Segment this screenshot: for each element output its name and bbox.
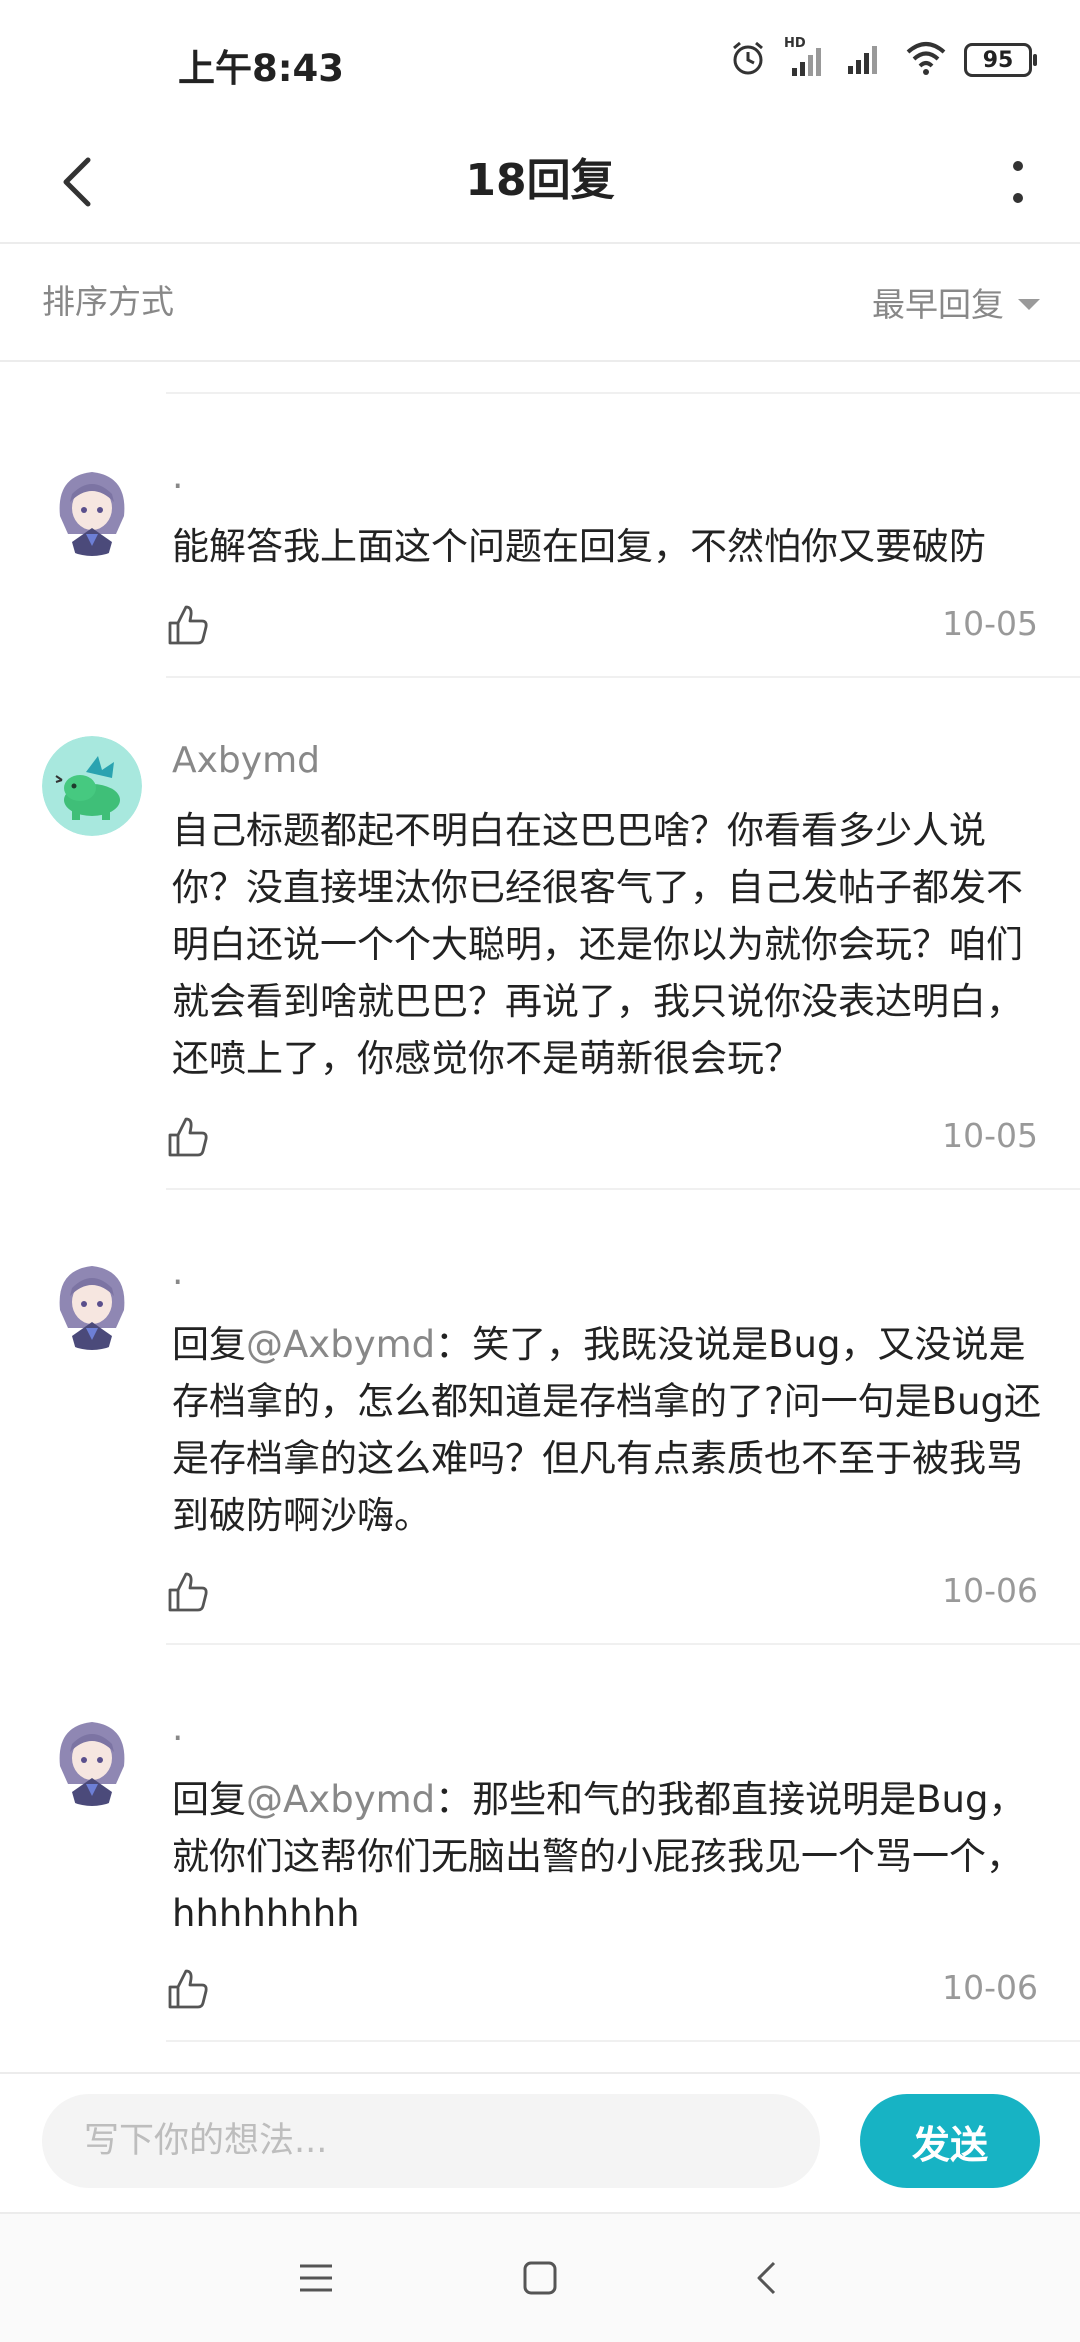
thumbs-up-icon[interactable] [166,1967,210,2011]
reply-content: 自己标题都起不明白在这巴巴啥？你看看多少人说你？没直接埋汰你已经很客气了，自己发… [172,809,1023,1080]
reply-author[interactable]: . [172,456,183,497]
hd-signal-icon: HD [784,36,828,80]
battery-level: 95 [982,47,1014,73]
status-time: 上午8:43 [178,47,345,90]
avatar[interactable] [42,1250,142,1350]
sort-label: 排序方式 [42,282,174,321]
reply-text: 回复@Axbymd：笑了，我既没说是Bug，又没说是存档拿的，怎么都知道是存档拿… [172,1316,1042,1544]
reply-text: 自己标题都起不明白在这巴巴啥？你看看多少人说你？没直接埋汰你已经很客气了，自己发… [172,802,1042,1087]
reply-date: 10-06 [942,1571,1038,1610]
sort-dropdown[interactable]: 最早回复 [872,244,1040,360]
thumbs-up-icon[interactable] [166,1570,210,1614]
status-icons: HD 95 [728,36,1037,84]
signal-icon [844,38,888,82]
send-button[interactable]: 发送 [860,2094,1040,2188]
more-vertical-icon[interactable] [978,142,1058,222]
mention-link[interactable]: @Axbymd [246,1778,435,1821]
app-header: 18回复 [0,120,1080,244]
reply-text: 回复@Axbymd：那些和气的我都直接说明是Bug，就你们这帮你们无脑出警的小屁… [172,1771,1042,1942]
divider [166,2040,1080,2042]
avatar[interactable] [42,1706,142,1806]
home-square-icon[interactable] [504,2242,576,2314]
reply-text: 能解答我上面这个问题在回复，不然怕你又要破防 [172,518,1042,575]
page-title: 18回复 [465,155,615,206]
avatar[interactable] [42,456,142,556]
reply-author[interactable]: . [172,1708,183,1749]
comment-input[interactable] [42,2094,820,2188]
divider [166,392,1080,394]
reply-author[interactable]: . [172,1252,183,1293]
system-nav-bar [0,2212,1080,2342]
reply-date: 10-05 [942,604,1038,643]
chevron-left-icon[interactable] [38,142,118,222]
reply-date: 10-05 [942,1116,1038,1155]
wifi-icon [904,38,948,82]
status-bar: 上午8:43 HD 95 [0,0,1080,120]
mention-link[interactable]: @Axbymd [246,1323,435,1366]
thumbs-up-icon[interactable] [166,1115,210,1159]
battery-icon: 95 [964,43,1037,77]
menu-icon[interactable] [280,2242,352,2314]
hd-badge: HD [784,36,806,51]
divider [166,676,1080,678]
reply-content: 能解答我上面这个问题在回复，不然怕你又要破防 [172,525,986,568]
reply-prefix: 回复 [172,1778,246,1821]
back-triangle-icon[interactable] [730,2242,802,2314]
reply-author[interactable]: Axbymd [172,740,320,781]
composer-bar: 发送 [0,2072,1080,2214]
caret-down-icon [1018,298,1040,310]
reply-date: 10-06 [942,1968,1038,2007]
avatar[interactable] [42,736,142,836]
divider [166,1643,1080,1645]
alarm-icon [728,38,768,82]
reply-prefix: 回复 [172,1323,246,1366]
divider [166,1188,1080,1190]
thumbs-up-icon[interactable] [166,603,210,647]
sort-bar: 排序方式 最早回复 [0,244,1080,362]
sort-selected-value: 最早回复 [872,285,1004,324]
